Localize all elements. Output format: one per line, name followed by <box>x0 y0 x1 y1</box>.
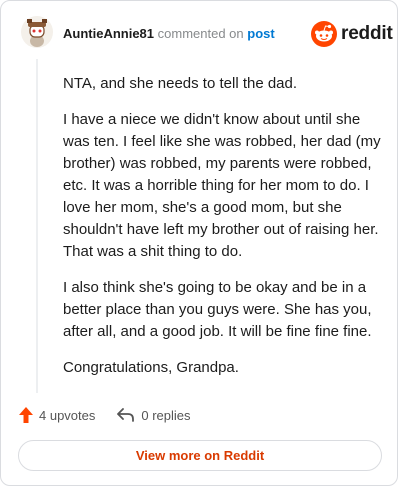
comment-paragraph: NTA, and she needs to tell the dad. <box>63 75 298 92</box>
reddit-brand-link[interactable]: reddit <box>311 21 393 47</box>
thread-line <box>36 59 38 393</box>
action-text: commented on <box>157 26 244 41</box>
user-avatar[interactable] <box>21 16 53 48</box>
replies-button[interactable]: 0 replies <box>117 407 191 423</box>
view-more-on-reddit-button[interactable]: View more on Reddit <box>18 440 382 471</box>
comment-footer: 4 upvotes 0 replies <box>19 405 213 425</box>
comment-paragraph: I also think she's going to be okay and … <box>63 279 372 340</box>
comment-header: AuntieAnnie81 commented on post <box>63 26 275 41</box>
comment-paragraph: I have a niece we didn't know about unti… <box>63 111 381 260</box>
reddit-wordmark: reddit <box>341 23 393 44</box>
replies-count: 0 replies <box>141 407 191 423</box>
post-link[interactable]: post <box>247 26 274 41</box>
comment-body: NTA, and she needs to tell the dad. I ha… <box>63 73 381 393</box>
upvotes-count: 4 upvotes <box>39 407 96 423</box>
upvotes-button[interactable]: 4 upvotes <box>19 407 95 423</box>
username-link[interactable]: AuntieAnnie81 <box>63 26 154 41</box>
upvote-arrow-icon <box>19 407 33 423</box>
reddit-alien-icon <box>311 21 337 47</box>
comment-embed-card: AuntieAnnie81 commented on post reddit N… <box>0 0 398 486</box>
reply-arrow-icon <box>117 408 135 422</box>
comment-paragraph: Congratulations, Grandpa. <box>63 359 239 376</box>
